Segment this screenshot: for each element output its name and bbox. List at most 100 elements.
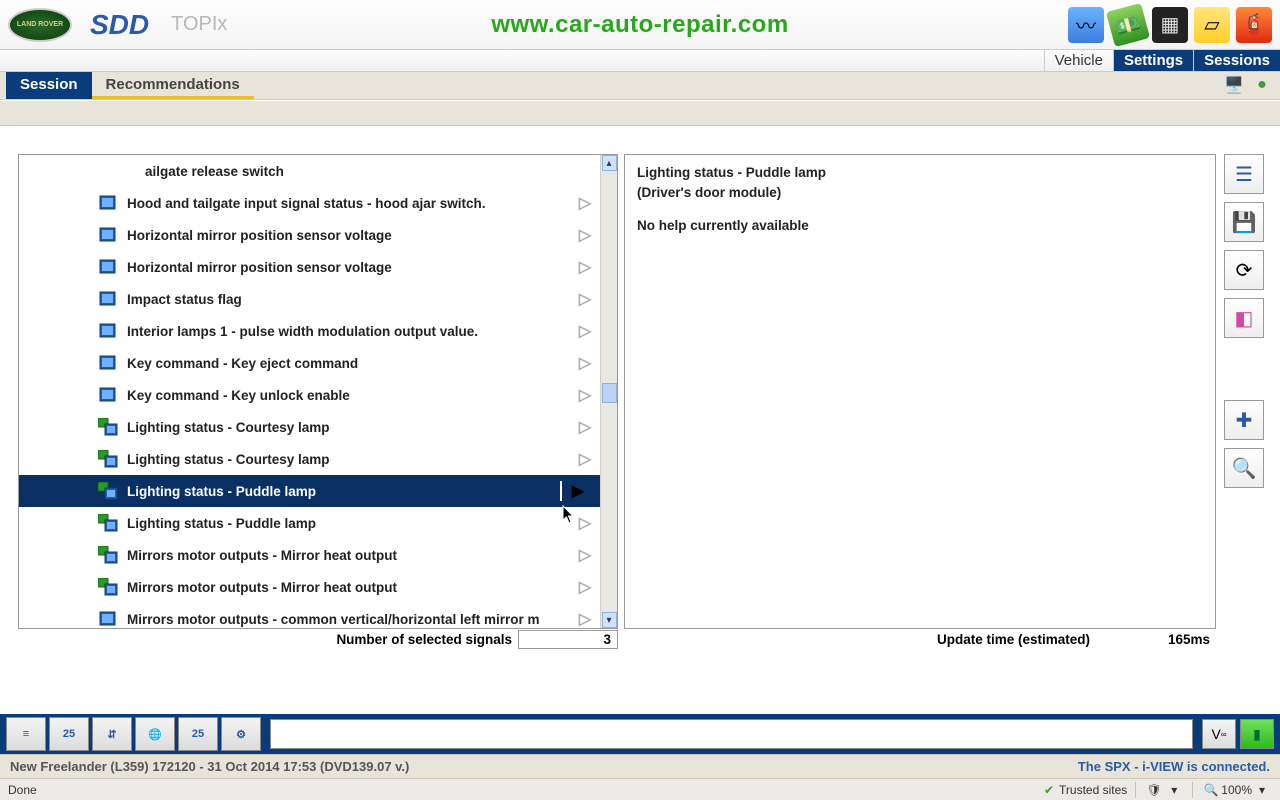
tool-tree-icon[interactable]: ⇵ bbox=[92, 717, 132, 751]
multi-signal-icon bbox=[97, 545, 119, 565]
detail-panel: Lighting status - Puddle lamp (Driver's … bbox=[624, 154, 1216, 629]
tool-speed25b-icon[interactable]: 25 bbox=[178, 717, 218, 751]
multi-signal-icon bbox=[97, 513, 119, 533]
list-item[interactable]: Hood and tailgate input signal status - … bbox=[19, 187, 600, 219]
battery-button[interactable]: ▮ bbox=[1240, 719, 1274, 749]
signal-label: Key command - Key eject command bbox=[127, 356, 576, 371]
nav-settings[interactable]: Settings bbox=[1113, 50, 1193, 71]
tab-bar: Session Recommendations 🖥️ ● bbox=[0, 72, 1280, 100]
list-item[interactable]: Mirrors motor outputs - common vertical/… bbox=[19, 603, 600, 628]
nav-sessions[interactable]: Sessions bbox=[1193, 50, 1280, 71]
chevron-right-icon[interactable]: ▶ bbox=[560, 481, 594, 501]
signal-label: Hood and tailgate input signal status - … bbox=[127, 196, 576, 211]
vehicle-status-bar: New Freelander (L359) 172120 - 31 Oct 20… bbox=[0, 754, 1280, 778]
tool-globe-icon[interactable]: 🌐 bbox=[135, 717, 175, 751]
top-nav: Vehicle Settings Sessions bbox=[0, 50, 1280, 72]
signal-list[interactable]: ailgate release switch Hood and tailgate… bbox=[19, 155, 600, 628]
refresh-button[interactable]: ⟳ bbox=[1224, 250, 1264, 290]
detail-title: Lighting status - Puddle lamp bbox=[637, 163, 1203, 183]
chevron-right-icon[interactable]: ▷ bbox=[576, 513, 594, 533]
chevron-right-icon[interactable]: ▷ bbox=[576, 353, 594, 373]
chevron-right-icon[interactable]: ▷ bbox=[576, 577, 594, 597]
chevron-right-icon[interactable]: ▷ bbox=[576, 417, 594, 437]
list-item[interactable]: Horizontal mirror position sensor voltag… bbox=[19, 251, 600, 283]
scroll-down-button[interactable]: ▾ bbox=[602, 612, 617, 628]
chevron-right-icon[interactable]: ▷ bbox=[576, 545, 594, 565]
inspect-button[interactable]: 🔍 bbox=[1224, 448, 1264, 488]
chevron-right-icon[interactable]: ▷ bbox=[576, 225, 594, 245]
single-signal-icon bbox=[97, 385, 119, 405]
tool-signals-icon[interactable]: ≡ bbox=[6, 717, 46, 751]
landrover-logo: LAND ROVER bbox=[8, 8, 72, 42]
list-item[interactable]: Key command - Key unlock enable▷ bbox=[19, 379, 600, 411]
scroll-thumb[interactable] bbox=[602, 383, 617, 403]
list-item[interactable]: Key command - Key eject command▷ bbox=[19, 347, 600, 379]
side-toolbar: ☰ 💾 ⟳ ◧ ✚ 🔍 bbox=[1224, 154, 1268, 629]
dropdown-icon[interactable]: ▾ bbox=[1166, 782, 1182, 798]
tab-recommendations[interactable]: Recommendations bbox=[92, 72, 254, 99]
signal-label: Lighting status - Courtesy lamp bbox=[127, 420, 576, 435]
list-item[interactable]: Horizontal mirror position sensor voltag… bbox=[19, 219, 600, 251]
signal-label: ailgate release switch bbox=[145, 164, 594, 179]
connection-status: The SPX - i-VIEW is connected. bbox=[1078, 759, 1270, 774]
command-input[interactable] bbox=[270, 719, 1193, 749]
stats-row: Number of selected signals 3 Update time… bbox=[0, 628, 1280, 650]
extinguisher-icon[interactable]: 🧯 bbox=[1236, 7, 1272, 43]
signal-label: Horizontal mirror position sensor voltag… bbox=[127, 228, 576, 243]
zoom-icon[interactable]: 🔍 bbox=[1203, 782, 1219, 798]
list-item[interactable]: Mirrors motor outputs - Mirror heat outp… bbox=[19, 539, 600, 571]
single-signal-icon bbox=[97, 289, 119, 309]
selected-count-label: Number of selected signals bbox=[18, 632, 518, 647]
chevron-right-icon[interactable]: ▷ bbox=[576, 609, 594, 628]
signal-label: Mirrors motor outputs - Mirror heat outp… bbox=[127, 580, 576, 595]
watermark-text: www.car-auto-repair.com bbox=[491, 11, 788, 39]
tool-gear-user-icon[interactable]: ⚙ bbox=[221, 717, 261, 751]
single-signal-icon bbox=[97, 609, 119, 628]
calendar-icon[interactable]: ▦ bbox=[1152, 7, 1188, 43]
zoom-dropdown-icon[interactable]: ▾ bbox=[1254, 782, 1270, 798]
chevron-right-icon[interactable]: ▷ bbox=[576, 449, 594, 469]
erase-button[interactable]: ◧ bbox=[1224, 298, 1264, 338]
header-icon-bar: 〰 💵 ▦ ▱ 🧯 bbox=[1068, 7, 1272, 43]
scrollbar[interactable]: ▴ ▾ bbox=[600, 155, 617, 628]
topix-link[interactable]: TOPIx bbox=[171, 13, 227, 36]
session-device-icon[interactable]: 🖥️ bbox=[1222, 74, 1246, 96]
chevron-right-icon[interactable]: ▷ bbox=[576, 289, 594, 309]
detail-module: (Driver's door module) bbox=[637, 183, 1203, 203]
list-item[interactable]: Mirrors motor outputs - Mirror heat outp… bbox=[19, 571, 600, 603]
list-item[interactable]: Lighting status - Courtesy lamp▷ bbox=[19, 411, 600, 443]
single-signal-icon bbox=[97, 257, 119, 277]
tab-session[interactable]: Session bbox=[6, 72, 92, 99]
signal-label: Key command - Key unlock enable bbox=[127, 388, 576, 403]
list-item[interactable]: Lighting status - Puddle lamp▷ bbox=[19, 507, 600, 539]
single-signal-icon bbox=[97, 353, 119, 373]
multi-signal-icon bbox=[97, 481, 119, 501]
money-icon[interactable]: 💵 bbox=[1106, 2, 1150, 46]
chevron-right-icon[interactable]: ▷ bbox=[576, 257, 594, 277]
tool-speed25a-icon[interactable]: 25 bbox=[49, 717, 89, 751]
voltage-button[interactable]: V∞ bbox=[1202, 719, 1236, 749]
nav-vehicle[interactable]: Vehicle bbox=[1044, 50, 1113, 71]
save-button[interactable]: 💾 bbox=[1224, 202, 1264, 242]
list-item[interactable]: Impact status flag▷ bbox=[19, 283, 600, 315]
shield-icon: ✔ bbox=[1041, 782, 1057, 798]
single-signal-icon bbox=[97, 225, 119, 245]
chevron-right-icon[interactable]: ▷ bbox=[576, 385, 594, 405]
scroll-up-button[interactable]: ▴ bbox=[602, 155, 617, 171]
security-icon[interactable]: 🛡 bbox=[1146, 782, 1162, 798]
signal-label: Lighting status - Courtesy lamp bbox=[127, 452, 576, 467]
chevron-right-icon[interactable]: ▷ bbox=[576, 321, 594, 341]
list-item[interactable]: ailgate release switch bbox=[19, 155, 600, 187]
note-icon[interactable]: ▱ bbox=[1194, 7, 1230, 43]
list-item[interactable]: Interior lamps 1 - pulse width modulatio… bbox=[19, 315, 600, 347]
add-view-button[interactable]: ✚ bbox=[1224, 400, 1264, 440]
scroll-track[interactable] bbox=[602, 171, 617, 612]
monitor-icon[interactable]: 〰 bbox=[1068, 7, 1104, 43]
browser-status-bar: Done ✔ Trusted sites 🛡 ▾ 🔍 100% ▾ bbox=[0, 778, 1280, 800]
detail-help: No help currently available bbox=[637, 216, 1203, 236]
zoom-level: 100% bbox=[1221, 783, 1252, 797]
list-item[interactable]: Lighting status - Puddle lamp▶ bbox=[19, 475, 600, 507]
list-view-button[interactable]: ☰ bbox=[1224, 154, 1264, 194]
list-item[interactable]: Lighting status - Courtesy lamp▷ bbox=[19, 443, 600, 475]
chevron-right-icon[interactable]: ▷ bbox=[576, 193, 594, 213]
